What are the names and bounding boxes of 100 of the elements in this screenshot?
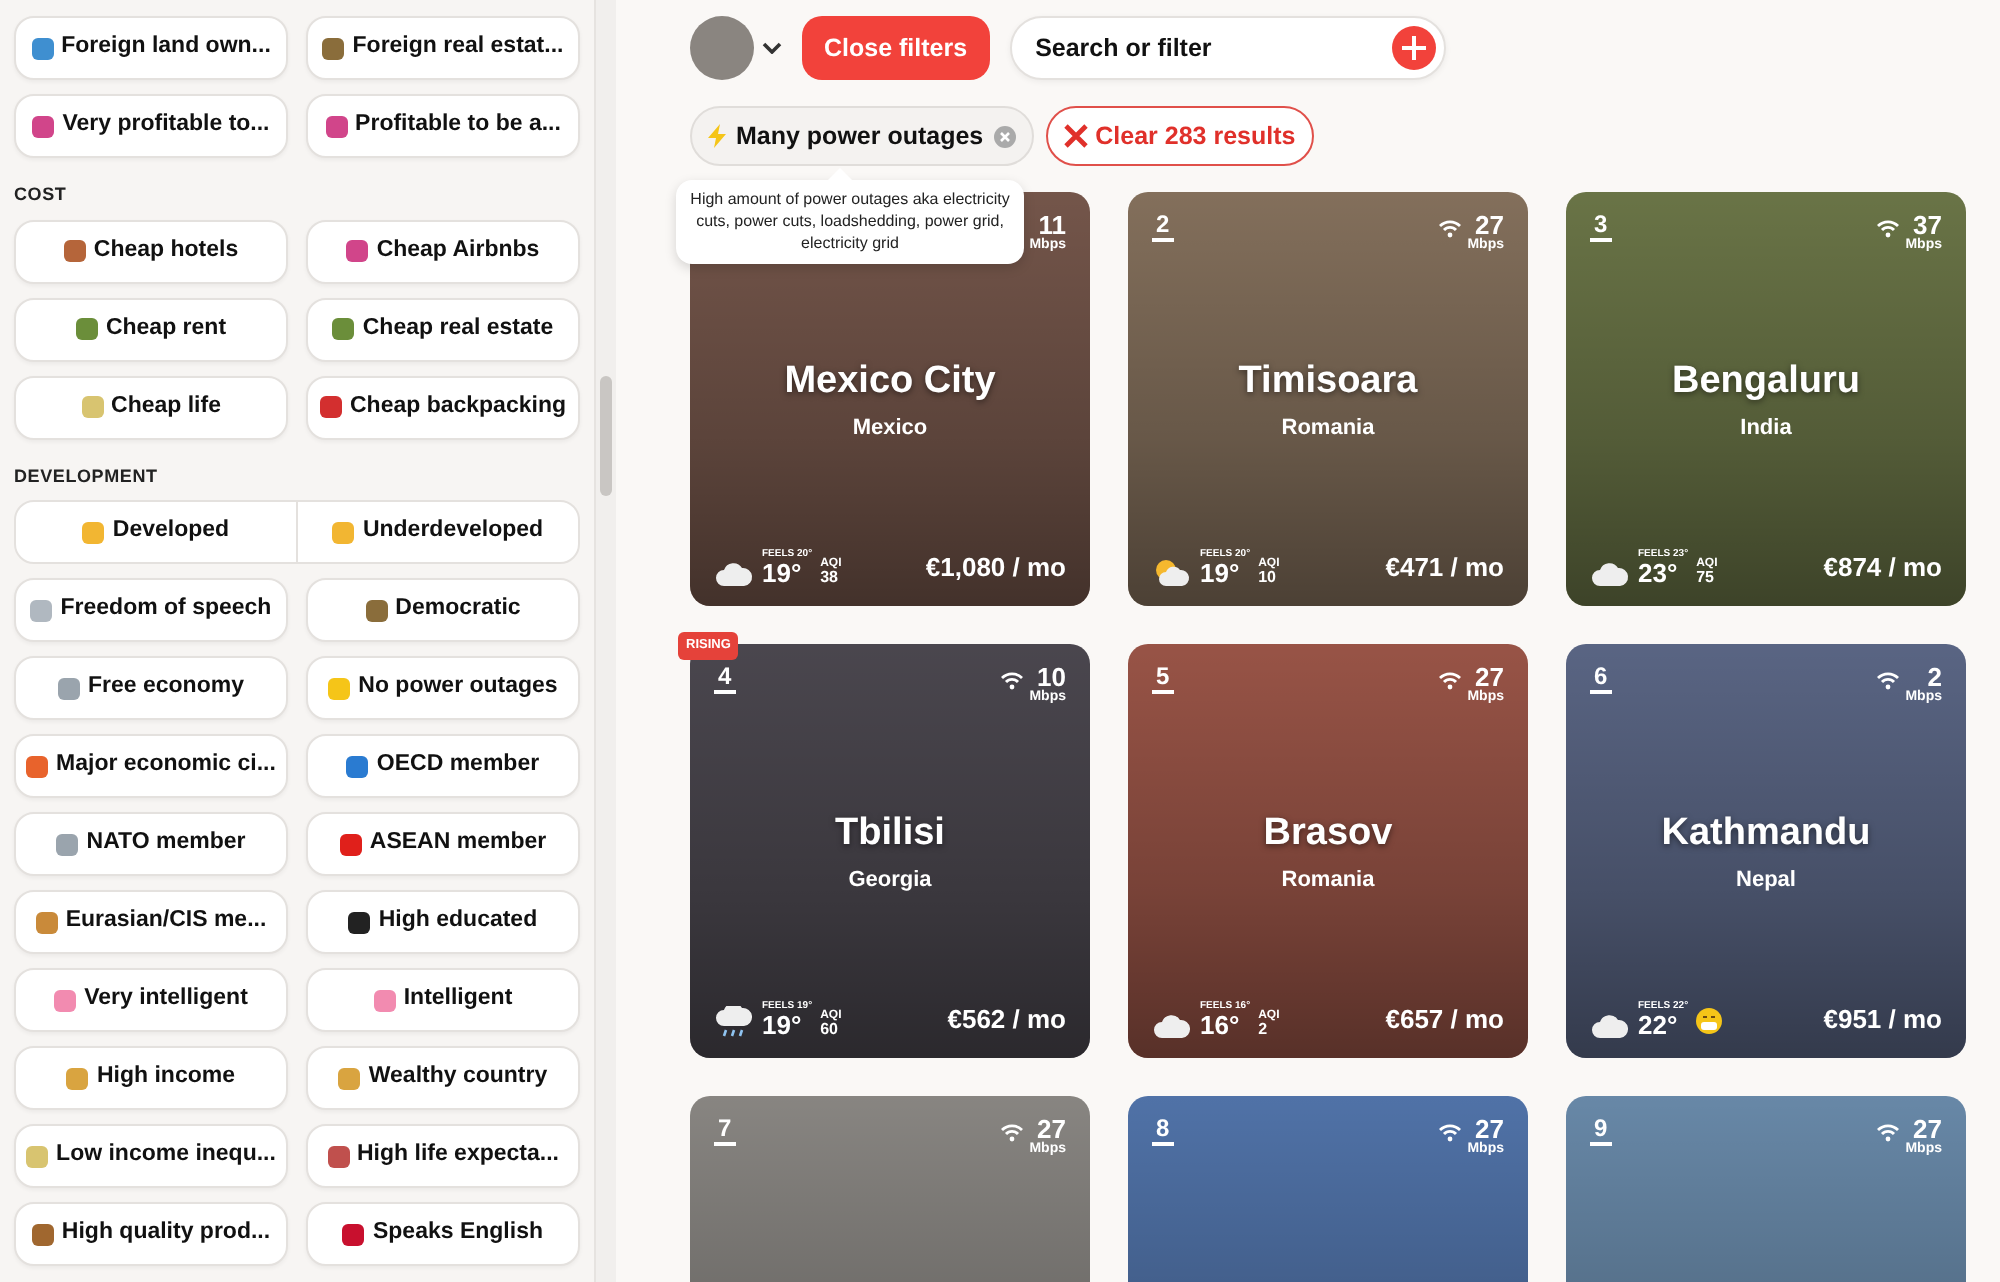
- filter-button[interactable]: Democratic: [306, 578, 580, 642]
- city-name: Timisoara: [1238, 358, 1418, 407]
- filter-button[interactable]: Very intelligent: [14, 968, 288, 1032]
- filter-button[interactable]: High income: [14, 1046, 288, 1110]
- cloud-icon: [1590, 560, 1630, 586]
- filter-button[interactable]: ASEAN member: [306, 812, 580, 876]
- wifi-icon: [1875, 218, 1900, 238]
- tooltip-arrow: [826, 168, 854, 182]
- rank-number: 8: [1152, 1116, 1174, 1147]
- wifi-icon: [1437, 670, 1462, 690]
- chevron-icon[interactable]: [762, 42, 782, 54]
- wifi-icon: [999, 1122, 1024, 1142]
- wifi-icon: [1875, 1122, 1900, 1142]
- search-field[interactable]: Search or filter: [1009, 16, 1446, 80]
- remove-icon[interactable]: [993, 125, 1016, 147]
- cloud-icon: [1590, 1012, 1630, 1038]
- country-name: Mexico: [852, 413, 928, 444]
- country-name: Georgia: [848, 865, 932, 896]
- city-name: Mexico City: [784, 358, 996, 407]
- rank-number: 9: [1590, 1116, 1612, 1147]
- rank-number: 4: [714, 664, 736, 695]
- temperature: 16°: [1200, 1012, 1242, 1038]
- temperature: 22°: [1638, 1012, 1680, 1038]
- rank-number: 5: [1152, 664, 1174, 695]
- tooltip: High amount of power outages aka electricity cuts, power cuts, loadshedding, power grid, electricity grid: [676, 180, 1024, 265]
- add-icon[interactable]: [1391, 26, 1436, 70]
- temperature: 19°: [762, 560, 804, 586]
- aqi-value: 75: [1696, 570, 1714, 586]
- filter-button[interactable]: Cheap rent: [14, 297, 288, 361]
- rank-number: 7: [714, 1116, 736, 1147]
- filter-button[interactable]: Wealthy country: [306, 1046, 580, 1110]
- filter-button[interactable]: Cheap life: [14, 375, 288, 439]
- country-name: Romania: [1281, 865, 1375, 896]
- internet-speed: 27: [1475, 212, 1504, 238]
- close-filters-button[interactable]: Close filters: [802, 16, 990, 80]
- filter-button[interactable]: Cheap Airbnbs: [306, 219, 580, 283]
- aqi-value: 38: [820, 570, 838, 586]
- city-name: Tbilisi: [835, 810, 945, 859]
- country-name: India: [1740, 413, 1792, 444]
- filter-button[interactable]: NATO member: [14, 812, 288, 876]
- internet-speed: 27: [1037, 1116, 1066, 1142]
- filter-button[interactable]: High educated: [306, 890, 580, 954]
- filter-button[interactable]: Developed: [16, 502, 296, 562]
- city-name: Brasov: [1263, 810, 1393, 859]
- scrollbar[interactable]: [594, 0, 616, 1282]
- close-icon: [1063, 124, 1088, 148]
- filter-button[interactable]: Cheap hotels: [14, 219, 288, 283]
- monthly-cost: €1,080 / mo: [925, 549, 1066, 585]
- wifi-icon: [999, 670, 1024, 690]
- internet-speed: 27: [1913, 1116, 1942, 1142]
- wifi-icon: [1437, 1122, 1462, 1142]
- sun-cloud-icon: [1152, 558, 1192, 586]
- filter-button[interactable]: OECD member: [306, 734, 580, 798]
- search-input[interactable]: Search or filter: [1031, 27, 1392, 69]
- section-heading: DEVELOPMENT: [14, 463, 160, 489]
- filter-button[interactable]: High life expecta...: [306, 1124, 580, 1188]
- lightning-icon: [708, 124, 726, 148]
- filter-button[interactable]: Underdeveloped: [296, 502, 578, 562]
- filter-button[interactable]: Eurasian/CIS me...: [14, 890, 288, 954]
- aqi-value: 2: [1258, 1022, 1268, 1038]
- rank-number: 2: [1152, 212, 1174, 243]
- temperature: 19°: [762, 1012, 804, 1038]
- filter-button[interactable]: Cheap backpacking: [306, 375, 580, 439]
- monthly-cost: €951 / mo: [1823, 1001, 1942, 1037]
- filter-button[interactable]: Low income inequ...: [14, 1124, 288, 1188]
- filter-button[interactable]: Major economic ci...: [14, 734, 288, 798]
- filter-button[interactable]: Cheap real estate: [306, 297, 580, 361]
- filter-button[interactable]: Very profitable to...: [14, 94, 288, 158]
- cloud-icon: [714, 560, 754, 586]
- internet-speed: 10: [1037, 664, 1066, 690]
- filter-button[interactable]: Profitable to be a...: [306, 94, 580, 158]
- clear-results-button[interactable]: Clear 283 results: [1045, 106, 1314, 166]
- rain-cloud-icon: [714, 1006, 754, 1038]
- internet-speed: 37: [1913, 212, 1942, 238]
- section-heading: COST: [14, 182, 69, 208]
- filter-button[interactable]: Free economy: [14, 656, 288, 720]
- filter-button[interactable]: Foreign real estat...: [306, 16, 580, 80]
- monthly-cost: €471 / mo: [1385, 549, 1504, 585]
- city-name: Kathmandu: [1661, 810, 1871, 859]
- filter-chip[interactable]: Many power outages: [690, 106, 1034, 166]
- wifi-icon: [1437, 218, 1462, 238]
- internet-speed: 27: [1475, 1116, 1504, 1142]
- city-name: Bengaluru: [1672, 358, 1860, 407]
- temperature: 23°: [1638, 560, 1680, 586]
- cloud-icon: [1152, 1012, 1192, 1038]
- filter-button[interactable]: High quality prod...: [14, 1202, 288, 1266]
- filter-button[interactable]: Speaks English: [306, 1202, 580, 1266]
- temperature: 19°: [1200, 560, 1242, 586]
- filter-button[interactable]: Foreign land own...: [14, 16, 288, 80]
- rank-number: 6: [1590, 664, 1612, 695]
- filter-button[interactable]: Intelligent: [306, 968, 580, 1032]
- country-name: Nepal: [1736, 865, 1796, 896]
- rank-number: 3: [1590, 212, 1612, 243]
- filter-button[interactable]: No power outages: [306, 656, 580, 720]
- aqi-value: 10: [1258, 570, 1276, 586]
- filter-button[interactable]: Freedom of speech: [14, 578, 288, 642]
- monthly-cost: €657 / mo: [1385, 1001, 1504, 1037]
- internet-speed: 2: [1927, 664, 1942, 690]
- monthly-cost: €562 / mo: [947, 1001, 1066, 1037]
- filter-label: Many power outages: [736, 119, 984, 154]
